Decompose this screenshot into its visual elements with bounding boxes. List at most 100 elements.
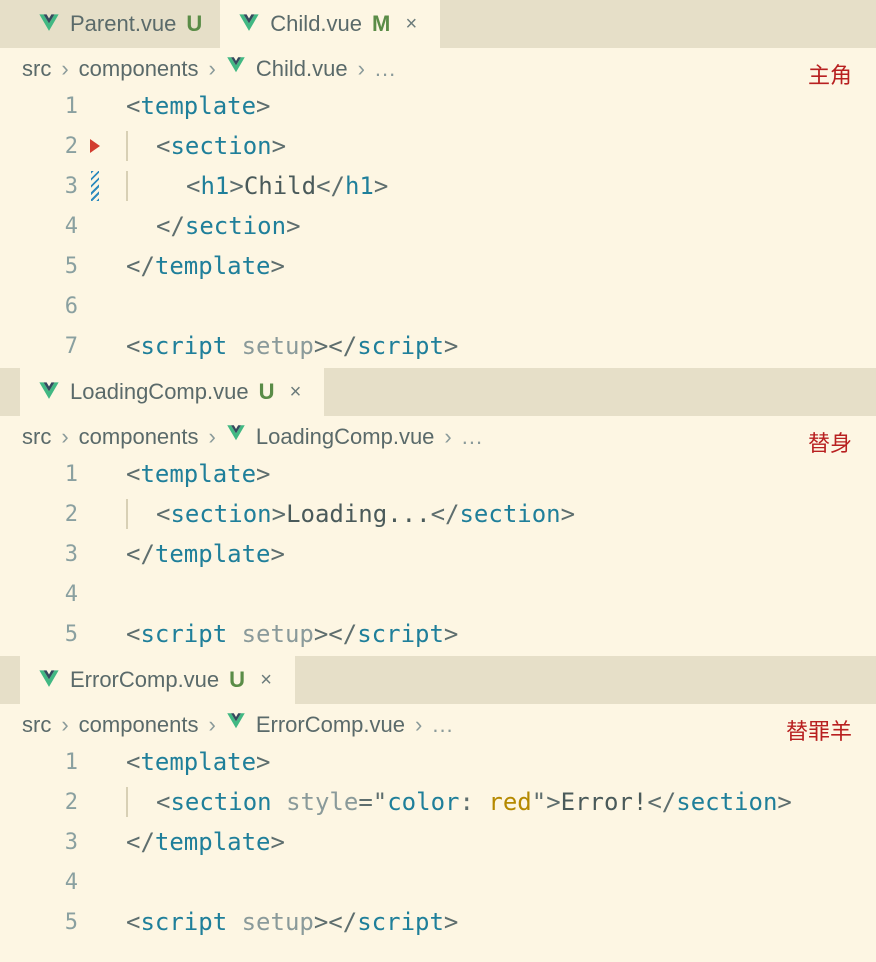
code-content[interactable]: </template> [98, 252, 876, 280]
code-line[interactable]: 2 <section style="color: red">Error!</se… [0, 782, 876, 822]
line-gutter[interactable]: 2 [0, 134, 98, 159]
breadcrumb-file[interactable]: LoadingComp.vue [256, 424, 435, 450]
code-content[interactable]: <template> [98, 460, 876, 488]
chevron-icon: › [209, 424, 216, 450]
breadcrumb-file[interactable]: Child.vue [256, 56, 348, 82]
editor-tab[interactable]: ErrorComp.vue U × [20, 656, 295, 704]
breadcrumb-part[interactable]: src [22, 424, 51, 450]
code-line[interactable]: 6 [0, 286, 876, 326]
code-editor[interactable]: 1 <template> 2 <section> 3 <h1>Child</h1… [0, 86, 876, 368]
line-gutter[interactable]: 3 [0, 542, 98, 567]
line-number: 4 [65, 870, 78, 895]
editor-tab[interactable]: Child.vue M × [220, 0, 440, 48]
editor-pane: 替身 LoadingComp.vue U × src › components … [0, 368, 876, 656]
indent-guide [126, 787, 128, 817]
code-line[interactable]: 4 </section> [0, 206, 876, 246]
editor-tab[interactable]: Parent.vue U [20, 0, 220, 48]
line-gutter[interactable]: 4 [0, 582, 98, 607]
line-number: 3 [65, 542, 78, 567]
code-line[interactable]: 5 <script setup></script> [0, 902, 876, 942]
line-gutter[interactable]: 2 [0, 502, 98, 527]
breadcrumb-part[interactable]: components [79, 56, 199, 82]
line-number: 1 [65, 94, 78, 119]
code-editor[interactable]: 1 <template> 2 <section>Loading...</sect… [0, 454, 876, 656]
line-gutter[interactable]: 4 [0, 214, 98, 239]
line-gutter[interactable]: 7 [0, 334, 98, 359]
close-icon[interactable]: × [255, 669, 277, 691]
line-gutter[interactable]: 2 [0, 790, 98, 815]
breadcrumb-part[interactable]: components [79, 712, 199, 738]
code-content[interactable]: <template> [98, 92, 876, 120]
close-icon[interactable]: × [284, 381, 306, 403]
code-content[interactable]: <script setup></script> [98, 908, 876, 936]
breadcrumb-more[interactable]: ... [462, 424, 483, 450]
line-gutter[interactable]: 1 [0, 462, 98, 487]
code-line[interactable]: 7 <script setup></script> [0, 326, 876, 366]
editor-tab[interactable]: LoadingComp.vue U × [20, 368, 324, 416]
code-line[interactable]: 1 <template> [0, 86, 876, 126]
chevron-icon: › [61, 424, 68, 450]
code-line[interactable]: 3 <h1>Child</h1> [0, 166, 876, 206]
code-line[interactable]: 2 <section> [0, 126, 876, 166]
code-line[interactable]: 2 <section>Loading...</section> [0, 494, 876, 534]
code-content[interactable]: </section> [98, 212, 876, 240]
line-gutter[interactable]: 3 [0, 174, 98, 199]
vue-icon [226, 56, 246, 82]
code-line[interactable]: 1 <template> [0, 454, 876, 494]
indent-guide [126, 499, 128, 529]
code-line[interactable]: 3 </template> [0, 534, 876, 574]
tab-bar: Parent.vue U Child.vue M × [0, 0, 876, 48]
editor-pane: 替罪羊 ErrorComp.vue U × src › components ›… [0, 656, 876, 944]
line-gutter[interactable]: 5 [0, 254, 98, 279]
breadcrumb-part[interactable]: src [22, 56, 51, 82]
line-gutter[interactable]: 6 [0, 294, 98, 319]
code-line[interactable]: 1 <template> [0, 742, 876, 782]
code-line[interactable]: 5 </template> [0, 246, 876, 286]
line-number: 4 [65, 214, 78, 239]
code-editor[interactable]: 1 <template> 2 <section style="color: re… [0, 742, 876, 944]
line-gutter[interactable]: 3 [0, 830, 98, 855]
vue-icon [226, 712, 246, 738]
close-icon[interactable]: × [400, 13, 422, 35]
line-gutter[interactable]: 5 [0, 910, 98, 935]
tab-bar: LoadingComp.vue U × [0, 368, 876, 416]
breadcrumb-more[interactable]: ... [375, 56, 396, 82]
line-gutter[interactable]: 1 [0, 750, 98, 775]
breadcrumb-part[interactable]: components [79, 424, 199, 450]
breadcrumb-part[interactable]: src [22, 712, 51, 738]
breakpoint-icon[interactable] [90, 139, 100, 153]
code-line[interactable]: 3 </template> [0, 822, 876, 862]
line-number: 4 [65, 582, 78, 607]
code-line[interactable]: 4 [0, 862, 876, 902]
breadcrumb-file[interactable]: ErrorComp.vue [256, 712, 405, 738]
code-content[interactable]: <script setup></script> [98, 332, 876, 360]
vue-icon [226, 424, 246, 450]
code-content[interactable]: <template> [98, 748, 876, 776]
tab-title: Child.vue [270, 11, 362, 37]
code-content[interactable]: <script setup></script> [98, 620, 876, 648]
code-line[interactable]: 5 <script setup></script> [0, 614, 876, 654]
chevron-icon: › [444, 424, 451, 450]
tab-bar: ErrorComp.vue U × [0, 656, 876, 704]
tab-title: Parent.vue [70, 11, 176, 37]
breadcrumb-more[interactable]: ... [432, 712, 453, 738]
code-content[interactable]: <section> [98, 131, 876, 161]
editor-pane: 主角 Parent.vue U Child.vue M × src › comp… [0, 0, 876, 368]
annotation-label: 替身 [808, 426, 852, 458]
line-gutter[interactable]: 4 [0, 870, 98, 895]
code-content[interactable]: <section style="color: red">Error!</sect… [98, 787, 876, 817]
tab-status: U [229, 667, 245, 693]
code-content[interactable]: </template> [98, 540, 876, 568]
vue-icon [238, 13, 260, 35]
code-line[interactable]: 4 [0, 574, 876, 614]
tab-status: U [259, 379, 275, 405]
line-gutter[interactable]: 5 [0, 622, 98, 647]
modified-gutter-icon[interactable] [91, 171, 99, 201]
chevron-icon: › [209, 712, 216, 738]
code-content[interactable]: <h1>Child</h1> [98, 171, 876, 201]
line-gutter[interactable]: 1 [0, 94, 98, 119]
code-content[interactable]: <section>Loading...</section> [98, 499, 876, 529]
line-number: 5 [65, 910, 78, 935]
code-content[interactable]: </template> [98, 828, 876, 856]
chevron-icon: › [358, 56, 365, 82]
